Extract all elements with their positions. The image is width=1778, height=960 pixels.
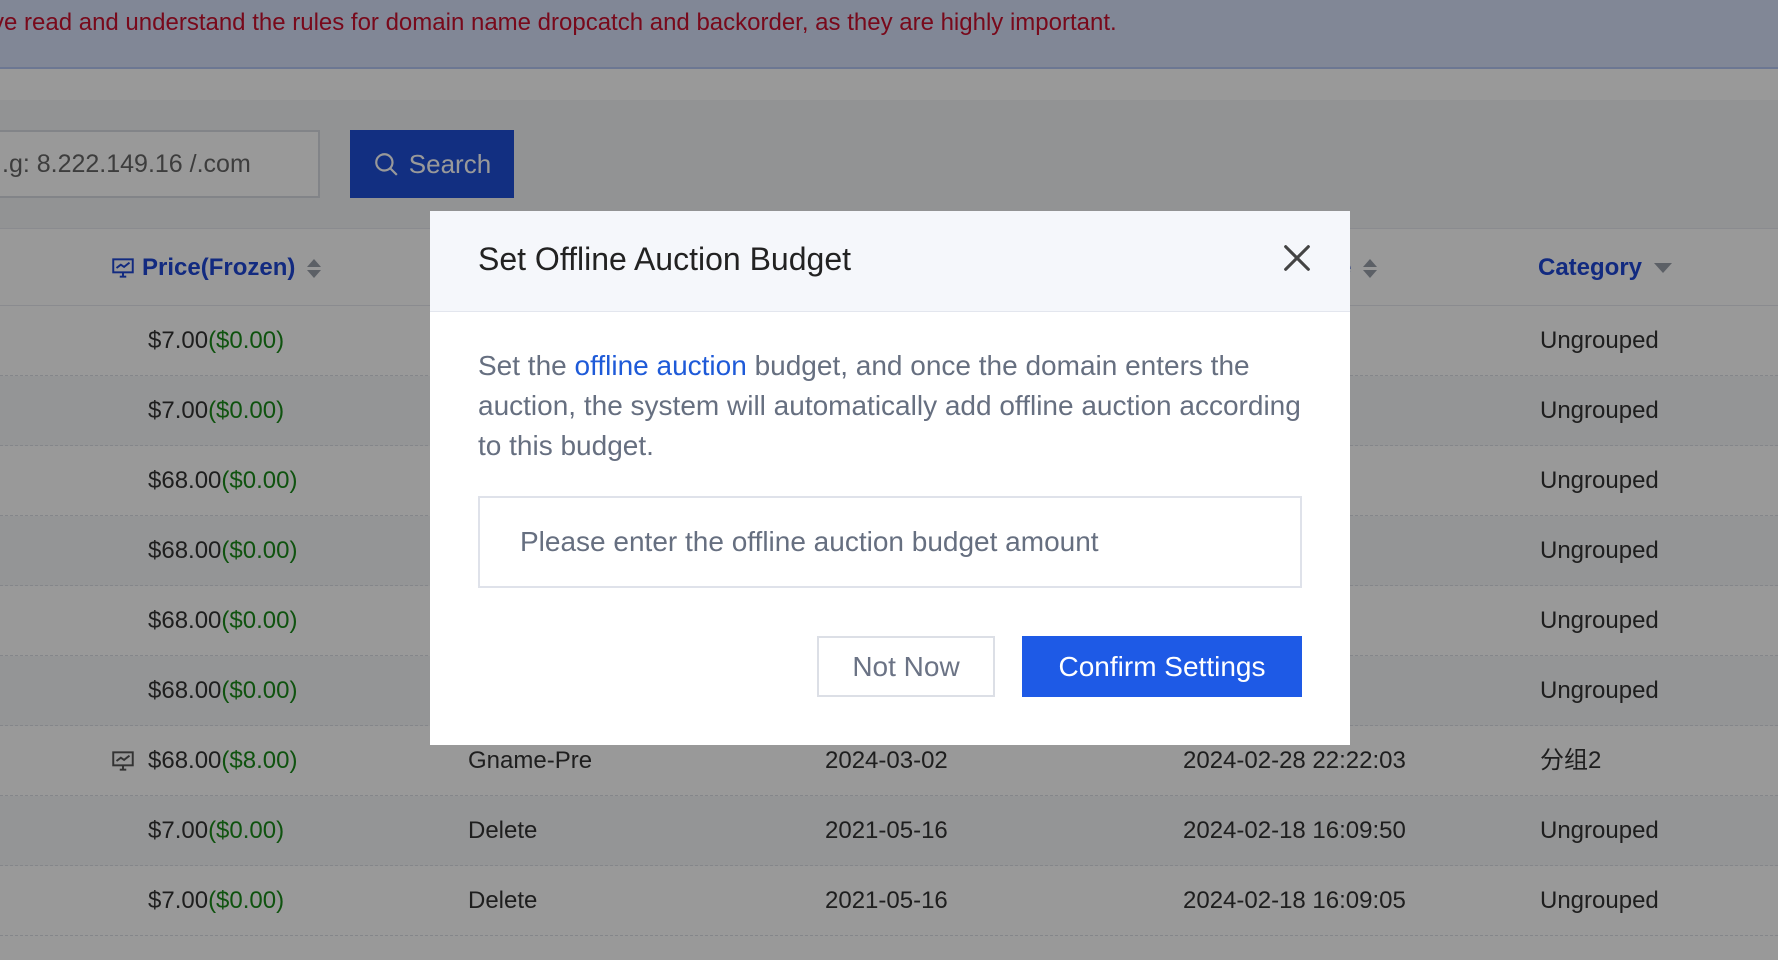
confirm-settings-button[interactable]: Confirm Settings [1022, 636, 1302, 697]
offline-auction-link[interactable]: offline auction [575, 350, 747, 381]
modal-header: Set Offline Auction Budget [430, 211, 1350, 312]
not-now-button[interactable]: Not Now [817, 636, 995, 697]
offline-auction-budget-modal: Set Offline Auction Budget Set the offli… [430, 211, 1350, 745]
modal-body: Set the offline auction budget, and once… [478, 346, 1308, 588]
modal-title: Set Offline Auction Budget [478, 241, 851, 277]
budget-amount-input[interactable] [478, 496, 1302, 588]
close-icon [1284, 245, 1310, 271]
desc-before: Set the [478, 350, 575, 381]
modal-description: Set the offline auction budget, and once… [478, 346, 1308, 466]
close-button[interactable] [1280, 241, 1314, 275]
